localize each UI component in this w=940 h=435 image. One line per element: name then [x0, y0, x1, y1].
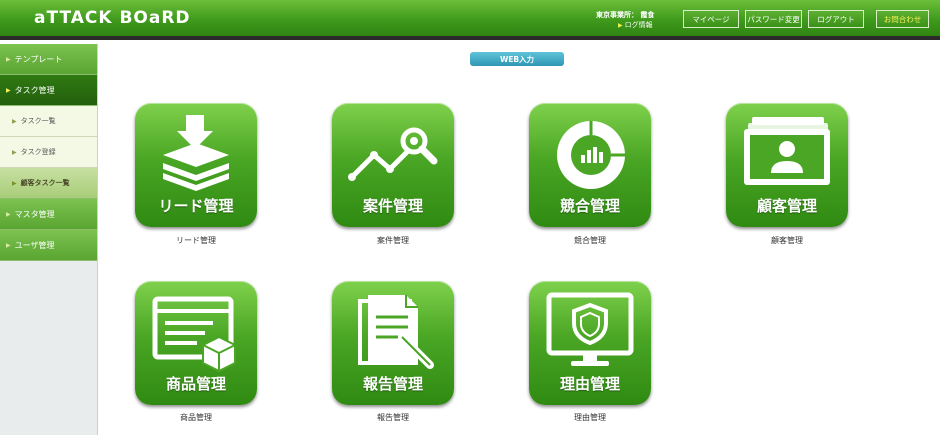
header-bar: aTTACK BOaRD 東京事業所： 霞食 ▶ ログ情報 マイページ パスワード…	[0, 0, 940, 40]
lead-management-tile[interactable]: リード管理	[135, 103, 257, 227]
triangle-right-icon: ▶	[6, 210, 11, 218]
report-management-caption: 報告管理	[377, 413, 409, 422]
change-password-button[interactable]: パスワード変更	[745, 10, 802, 28]
tile-label: 競合管理	[559, 197, 620, 215]
product-management-tile[interactable]: 商品管理	[135, 281, 257, 405]
tile-label: 案件管理	[362, 197, 423, 215]
triangle-right-icon: ▶	[12, 148, 17, 156]
sidebar-item-task-list[interactable]: ▶ タスク一覧	[0, 106, 97, 137]
tile-label: 報告管理	[362, 375, 423, 393]
triangle-right-icon: ▶	[12, 179, 17, 187]
triangle-right-icon: ▶	[12, 117, 17, 125]
tile-label: 顧客管理	[756, 197, 817, 215]
project-management-caption: 案件管理	[377, 236, 409, 245]
competitor-management-tile[interactable]: 競合管理	[529, 103, 651, 227]
arrow-right-icon: ▶	[618, 22, 623, 29]
tile-label: リード管理	[158, 197, 234, 215]
triangle-right-icon: ▶	[6, 55, 11, 63]
office-name: 東京事業所： 霞食	[596, 11, 655, 19]
tile-label: 商品管理	[165, 375, 226, 393]
reason-management-caption: 理由管理	[574, 413, 606, 422]
app-logo[interactable]: aTTACK BOaRD	[34, 8, 191, 28]
sidebar-item-label: テンプレート	[14, 54, 63, 64]
tile-label: 理由管理	[559, 375, 620, 393]
sidebar-item-label: タスク一覧	[20, 117, 56, 125]
customer-management-tile[interactable]: 顧客管理	[726, 103, 848, 227]
sidebar-item-label: ユーザ管理	[14, 240, 55, 250]
triangle-right-icon: ▶	[6, 241, 11, 249]
web-input-button[interactable]: WEB入力	[470, 52, 564, 66]
log-info-link[interactable]: ▶ ログ情報	[618, 20, 653, 30]
contact-button[interactable]: お問合わせ	[876, 10, 929, 28]
sidebar-item-label: タスク管理	[14, 85, 55, 95]
reason-management-tile[interactable]: 理由管理	[529, 281, 651, 405]
competitor-management-caption: 競合管理	[574, 236, 606, 245]
log-info-label: ログ情報	[624, 21, 653, 29]
logout-button[interactable]: ログアウト	[808, 10, 864, 28]
sidebar-item-label: 顧客タスク一覧	[20, 179, 70, 187]
sidebar-item-master-management[interactable]: ▶ マスタ管理	[0, 199, 97, 230]
product-management-caption: 商品管理	[180, 413, 212, 422]
lead-management-caption: リード管理	[176, 236, 216, 245]
sidebar-item-task-register[interactable]: ▶ タスク登録	[0, 137, 97, 168]
report-management-tile[interactable]: 報告管理	[332, 281, 454, 405]
sidebar: ▶ テンプレート ▶ タスク管理 ▶ タスク一覧 ▶ タスク登録 ▶ 顧客タスク一覧 ▶ マ…	[0, 44, 98, 435]
sidebar-item-template[interactable]: ▶ テンプレート	[0, 44, 97, 75]
triangle-right-icon: ▶	[6, 86, 11, 94]
sidebar-item-label: マスタ管理	[14, 209, 55, 219]
sidebar-item-customer-task-list[interactable]: ▶ 顧客タスク一覧	[0, 168, 97, 199]
project-management-tile[interactable]: 案件管理	[332, 103, 454, 227]
customer-management-caption: 顧客管理	[771, 236, 803, 245]
sidebar-item-label: タスク登録	[20, 148, 56, 156]
sidebar-item-user-management[interactable]: ▶ ユーザ管理	[0, 230, 97, 261]
mypage-button[interactable]: マイページ	[683, 10, 739, 28]
sidebar-item-task-management[interactable]: ▶ タスク管理	[0, 75, 97, 106]
